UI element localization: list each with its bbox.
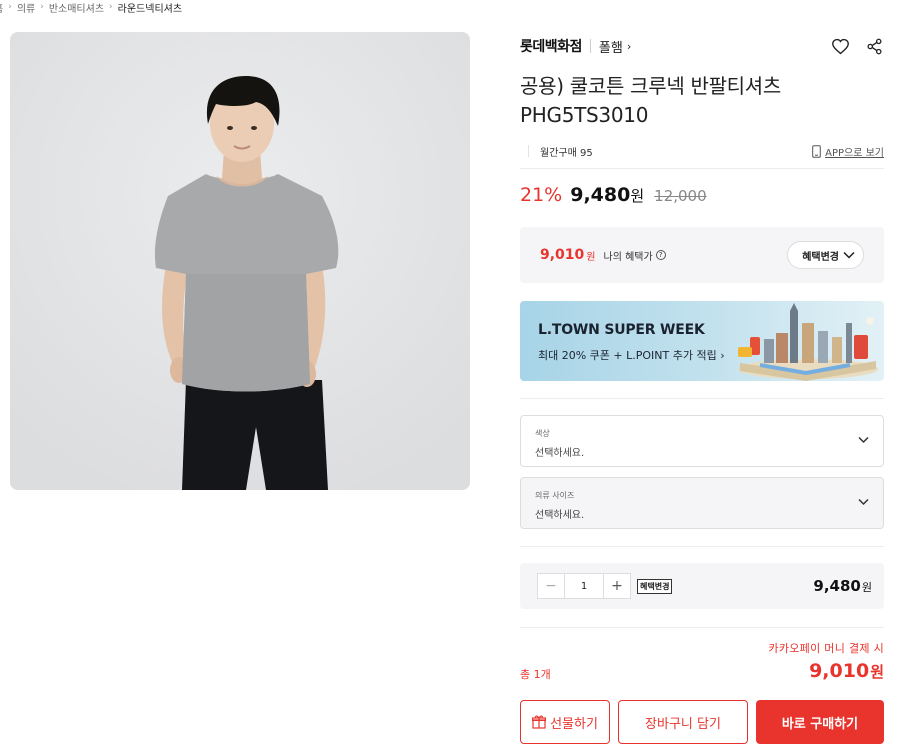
gift-button[interactable]: 선물하기: [520, 700, 610, 744]
gift-icon: [532, 715, 547, 729]
quantity-plus-button[interactable]: +: [604, 574, 630, 598]
city-book-illustration: [738, 303, 878, 381]
color-select[interactable]: 색상 선택하세요.: [520, 415, 884, 467]
chevron-right-icon: ›: [626, 39, 632, 53]
divider: [520, 627, 884, 628]
size-select-label: 의류 사이즈: [535, 491, 575, 500]
banner-title: L.TOWN SUPER WEEK: [538, 322, 705, 338]
payment-note: 카카오페이 머니 결제 시: [768, 642, 884, 655]
brand-actions: [830, 36, 884, 56]
brand-name[interactable]: 롯데백화점: [520, 36, 582, 56]
color-select-label: 색상: [535, 429, 550, 438]
shop-link[interactable]: 폴햄 ›: [599, 37, 631, 56]
benefit-price: 9,010: [540, 247, 585, 263]
help-icon[interactable]: ?: [655, 250, 666, 260]
price-row: 21% 9,480 원 12,000: [520, 184, 707, 206]
promo-banner[interactable]: L.TOWN SUPER WEEK 최대 20% 쿠폰 + L.POINT 추가…: [520, 301, 884, 381]
monthly-purchase-row: 월간구매 95 APP으로 보기: [520, 143, 884, 159]
breadcrumb-home[interactable]: 홈: [0, 0, 3, 15]
color-select-placeholder: 선택하세요.: [535, 448, 585, 459]
product-title-line1: 공용) 쿨코튼 크루넥 반팔티셔츠: [520, 74, 781, 98]
benefit-change-button[interactable]: 혜택변경: [787, 241, 864, 269]
mobile-phone-icon: [812, 144, 821, 158]
heart-icon[interactable]: [830, 36, 850, 56]
total-price-unit: 원: [870, 663, 884, 681]
total-count: 총 1개: [520, 668, 551, 681]
quantity-price-unit: 원: [861, 581, 872, 594]
total-price: 9,010 원: [809, 660, 884, 682]
shop-name: 폴햄: [598, 40, 623, 56]
benefit-price-box: 9,010 원 나의 혜택가 ? 혜택변경: [520, 227, 884, 283]
quantity-stepper: − 1 +: [537, 573, 631, 599]
chevron-down-icon: [858, 498, 869, 506]
benefit-label-text: 나의 혜택가: [603, 251, 653, 263]
divider: [520, 398, 884, 399]
benefit-price-unit: 원: [586, 251, 596, 263]
quantity-box: − 1 + 혜택변경 9,480 원: [520, 563, 884, 609]
breadcrumb-short-sleeve[interactable]: 반소매티셔츠: [49, 0, 104, 15]
quantity-minus-button[interactable]: −: [538, 574, 564, 598]
breadcrumb-round-neck[interactable]: 라운드넥티셔츠: [118, 0, 182, 15]
brand-row: 롯데백화점 폴햄 ›: [520, 35, 884, 57]
action-buttons: 선물하기 장바구니 담기 바로 구매하기: [520, 700, 884, 744]
divider: [520, 546, 884, 547]
chevron-right-icon: ›: [40, 2, 44, 12]
chevron-right-icon: ›: [109, 2, 113, 12]
divider: [528, 145, 534, 157]
chevron-right-icon: ›: [8, 2, 12, 12]
breadcrumb-clothing[interactable]: 의류: [17, 0, 35, 15]
divider: [520, 168, 884, 169]
original-price: 12,000: [654, 187, 707, 205]
sale-price: 9,480: [570, 184, 631, 206]
share-icon[interactable]: [864, 36, 884, 56]
breadcrumb: 홈 › 의류 › 반소매티셔츠 › 라운드넥티셔츠: [0, 0, 182, 15]
monthly-purchase: 월간구매 95: [540, 147, 593, 159]
product-image[interactable]: [10, 32, 470, 490]
size-select-placeholder: 선택하세요.: [535, 510, 585, 521]
quantity-price: 9,480 원: [813, 577, 872, 595]
benefit-label: 나의 혜택가 ?: [604, 248, 666, 263]
app-view-label: APP으로 보기: [825, 147, 884, 159]
add-to-cart-button[interactable]: 장바구니 담기: [618, 700, 748, 744]
discount-rate: 21%: [520, 184, 563, 206]
divider: [589, 39, 591, 53]
chevron-down-icon: [843, 251, 855, 259]
size-select[interactable]: 의류 사이즈 선택하세요.: [520, 477, 884, 529]
banner-subtitle: 최대 20% 쿠폰 + L.POINT 추가 적립 ›: [538, 349, 725, 362]
product-model-code: PHG5TS3010: [520, 103, 649, 127]
benefit-change-label: 혜택변경: [802, 251, 839, 263]
total-price-value: 9,010: [809, 660, 870, 682]
quantity-value[interactable]: 1: [564, 574, 604, 598]
app-view-link[interactable]: APP으로 보기: [812, 144, 884, 159]
chevron-down-icon: [858, 436, 869, 444]
quantity-price-value: 9,480: [813, 577, 861, 595]
quantity-benefit-change-button[interactable]: 혜택변경: [637, 578, 673, 594]
gift-button-label: 선물하기: [550, 716, 598, 732]
product-photo-tshirt-model: [10, 32, 470, 490]
sale-price-unit: 원: [630, 187, 645, 205]
product-title: 공용) 쿨코튼 크루넥 반팔티셔츠 PHG5TS3010: [520, 72, 884, 130]
buy-now-button[interactable]: 바로 구매하기: [756, 700, 884, 744]
